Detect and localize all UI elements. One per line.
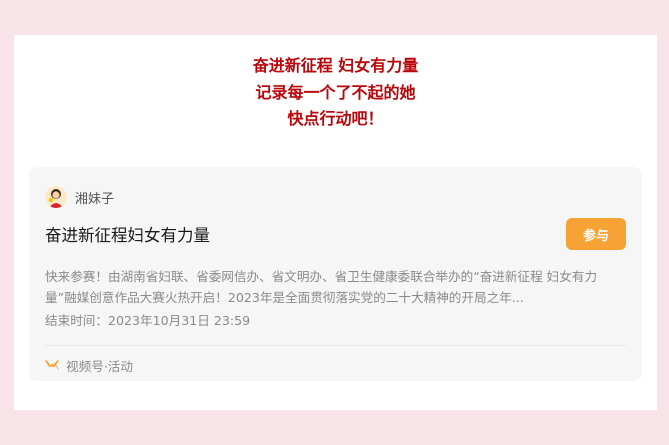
divider (45, 345, 626, 346)
activity-embed-card[interactable]: 湘妹子 奋进新征程妇女有力量 参与 快来参赛！由湖南省妇联、省委网信办、省文明办… (29, 167, 642, 381)
activity-title[interactable]: 奋进新征程妇女有力量 (45, 222, 210, 246)
article-card: 奋进新征程 妇女有力量 记录每一个了不起的她 快点行动吧！ 湘妹子 奋进新征程妇… (14, 35, 657, 410)
source-label: 视频号·活动 (66, 358, 133, 374)
join-button[interactable]: 参与 (566, 218, 626, 250)
headline-line-1: 奋进新征程 妇女有力量 (252, 56, 419, 75)
headline: 奋进新征程 妇女有力量 记录每一个了不起的她 快点行动吧！ (14, 53, 657, 133)
video-channel-icon (45, 360, 59, 370)
author-name[interactable]: 湘妹子 (75, 188, 114, 207)
activity-description: 快来参赛！由湖南省妇联、省委网信办、省文明办、省卫生健康委联合举办的“奋进新征程… (45, 269, 598, 305)
author[interactable]: 湘妹子 (45, 186, 114, 208)
end-time: 结束时间：2023年10月31日 23:59 (45, 313, 251, 328)
headline-line-3: 快点行动吧！ (287, 109, 384, 128)
source-footer[interactable]: 视频号·活动 (45, 355, 133, 375)
avatar[interactable] (45, 186, 67, 208)
headline-line-2: 记录每一个了不起的她 (255, 82, 416, 102)
